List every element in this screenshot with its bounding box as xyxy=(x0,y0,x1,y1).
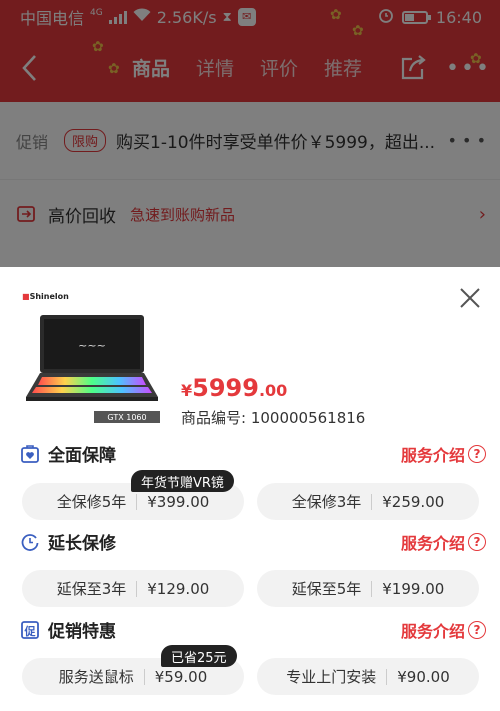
price-decimal: .00 xyxy=(258,381,288,400)
shield-heart-icon xyxy=(21,444,39,463)
modal-overlay[interactable] xyxy=(0,0,500,267)
help-icon: ? xyxy=(468,533,486,551)
service-intro-link[interactable]: 服务介绍? xyxy=(401,530,486,554)
svg-text:促: 促 xyxy=(24,624,37,638)
price-integer: 5999 xyxy=(192,374,259,402)
close-icon[interactable] xyxy=(458,286,482,310)
service-selection-sheet: ■Shinelon ~~~ GTX 1060 ¥5999.00 商品编号: 10… xyxy=(0,267,500,711)
section-title-extended-warranty: 延长保修 xyxy=(20,529,116,554)
promo-badge: 年货节赠VR镜 xyxy=(131,470,234,492)
svg-text:~~~: ~~~ xyxy=(78,339,106,352)
option-home-install[interactable]: 专业上门安装 ¥90.00 xyxy=(257,658,479,695)
gpu-caption: GTX 1060 xyxy=(107,413,146,422)
section-title-promotions: 促 促销特惠 xyxy=(20,617,116,642)
sku-number: 商品编号: 100000561816 xyxy=(181,409,366,427)
service-intro-link[interactable]: 服务介绍? xyxy=(401,618,486,642)
promo-icon: 促 xyxy=(21,620,39,639)
option-extend-5y[interactable]: 延保至5年 ¥199.00 xyxy=(257,570,479,607)
option-extend-3y[interactable]: 延保至3年 ¥129.00 xyxy=(22,570,244,607)
clock-arrow-icon xyxy=(21,533,39,551)
help-icon: ? xyxy=(468,621,486,639)
section-title-full-protection: 全面保障 xyxy=(20,441,116,466)
brand-logo: ■Shinelon xyxy=(22,292,69,301)
savings-badge: 已省25元 xyxy=(161,645,237,667)
price-currency: ¥ xyxy=(181,381,193,400)
option-full-warranty-3y[interactable]: 全保修3年 ¥259.00 xyxy=(257,483,479,520)
product-image: ~~~ GTX 1060 xyxy=(26,315,160,423)
service-intro-link[interactable]: 服务介绍? xyxy=(401,442,486,466)
price: ¥5999.00 xyxy=(181,374,287,402)
help-icon: ? xyxy=(468,445,486,463)
